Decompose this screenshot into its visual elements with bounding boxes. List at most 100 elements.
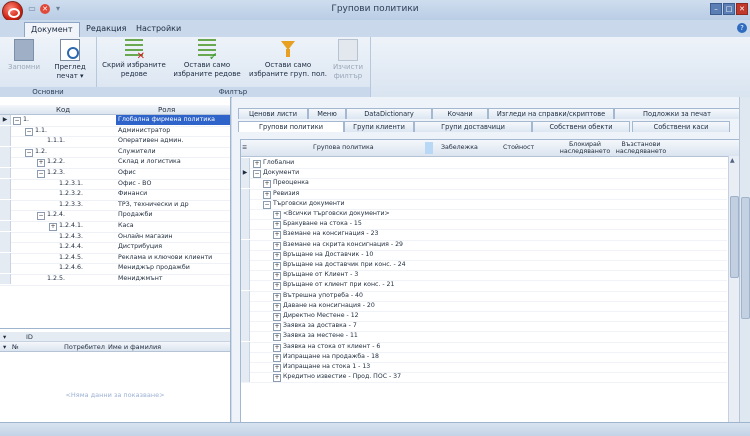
expand-icon[interactable]: +: [273, 262, 281, 270]
role-code: 1.: [23, 116, 30, 123]
policy-grid-header: ≡ Групова политика Забележка Стойност Бл…: [241, 140, 739, 157]
filter-row-icon[interactable]: ▾: [3, 333, 6, 341]
collapse-icon[interactable]: −: [253, 170, 261, 179]
tab-5-bottom[interactable]: Собствени каси: [632, 121, 730, 132]
hide-rows-icon: [125, 39, 145, 61]
clear-filter-icon: [338, 39, 358, 61]
role-code: 1.2.3.3.: [59, 200, 84, 208]
row-indicator: [0, 136, 11, 147]
row-indicator: [0, 168, 11, 178]
no-column-header[interactable]: №: [12, 343, 19, 351]
expand-icon[interactable]: +: [273, 364, 281, 372]
maximize-button[interactable]: □: [723, 3, 735, 15]
expand-icon[interactable]: +: [273, 374, 281, 383]
tab-2-bottom[interactable]: Групи клиенти: [344, 121, 414, 132]
role-tree-row[interactable]: 1.2.5. Мениджмънт: [0, 274, 230, 286]
code-column-header[interactable]: Код: [56, 106, 70, 114]
tab-3-bottom[interactable]: Групи доставчици: [414, 121, 532, 132]
block-inheritance-header[interactable]: Блокирай наследяването: [559, 141, 611, 155]
row-indicator: [0, 210, 11, 221]
hide-selected-rows-button[interactable]: Скрий избраните редове: [98, 39, 170, 79]
clear-filter-button[interactable]: Изчисти филтър: [330, 39, 366, 81]
row-indicator: ▶: [241, 168, 250, 179]
policy-name: Заявка на стока от клиент - 6: [283, 342, 381, 350]
row-indicator: [241, 270, 250, 281]
expand-icon[interactable]: +: [273, 251, 281, 260]
row-indicator: [0, 242, 11, 253]
policy-scroll-thumb[interactable]: [730, 196, 739, 278]
collapse-icon[interactable]: −: [25, 148, 33, 157]
expand-icon[interactable]: +: [273, 343, 281, 352]
expand-icon[interactable]: +: [263, 180, 271, 189]
row-indicator: [241, 351, 250, 362]
expand-icon[interactable]: +: [263, 190, 271, 199]
expand-icon[interactable]: +: [273, 302, 281, 311]
policy-name: Връщане от клиент при конс. - 21: [283, 281, 395, 289]
tab-1-bottom[interactable]: Групови политики: [238, 121, 344, 132]
expand-icon[interactable]: +: [273, 333, 281, 342]
collapse-icon[interactable]: −: [25, 127, 33, 136]
row-indicator: ▶: [0, 115, 11, 125]
tab-1-top[interactable]: Ценови листи: [238, 108, 308, 119]
policy-grid-scrollbar[interactable]: ▲: [728, 156, 739, 423]
close-window-button[interactable]: ✕: [736, 3, 748, 15]
policy-row[interactable]: + Кредитно известие - Прод. ПОС - 37: [241, 372, 727, 384]
print-preview-button[interactable]: Преглед печат ▾: [48, 39, 92, 81]
keep-selected-rows-button[interactable]: Остави само избраните редове: [170, 39, 244, 79]
user-column-header[interactable]: Потребител: [64, 343, 105, 351]
name-column-header[interactable]: Име и фамилия: [108, 343, 161, 351]
tab-edit[interactable]: Редакция: [80, 22, 132, 36]
row-indicator: [0, 178, 11, 189]
tab-5-top[interactable]: Изгледи на справки/скриптове: [488, 108, 614, 119]
tab-settings[interactable]: Настройки: [130, 22, 187, 36]
tab-3-top[interactable]: DataDictionary: [346, 108, 432, 119]
outer-scrollbar[interactable]: [739, 97, 750, 422]
value-column-header[interactable]: Стойност: [503, 144, 534, 151]
expand-icon[interactable]: +: [273, 292, 281, 301]
expand-icon[interactable]: +: [273, 231, 281, 240]
collapse-icon[interactable]: −: [13, 117, 21, 125]
expand-icon[interactable]: +: [49, 223, 57, 231]
group-row-icon: ▾: [3, 343, 7, 351]
expand-icon[interactable]: +: [273, 272, 281, 281]
role-code: 1.2.4.1.: [59, 222, 84, 229]
policy-name: Даване на консигнация - 20: [283, 301, 375, 309]
role-column-header[interactable]: Роля: [158, 106, 175, 114]
expand-icon[interactable]: +: [253, 160, 261, 168]
collapse-icon[interactable]: −: [263, 200, 271, 209]
expand-icon[interactable]: +: [273, 323, 281, 332]
row-indicator: [241, 331, 250, 342]
id-column-header[interactable]: ID: [26, 333, 33, 341]
role-code: 1.2.4.3.: [59, 232, 84, 240]
minimize-button[interactable]: –: [710, 3, 722, 15]
expand-icon[interactable]: +: [273, 221, 281, 230]
row-indicator: [241, 239, 250, 250]
row-indicator: [0, 157, 11, 168]
collapse-icon[interactable]: −: [37, 212, 45, 221]
tab-4-bottom[interactable]: Собствени обекти: [532, 121, 630, 132]
expand-icon[interactable]: +: [273, 211, 281, 219]
tab-6-top[interactable]: Подложки за печат: [614, 108, 740, 119]
role-name: Служители: [118, 147, 156, 155]
save-button[interactable]: Запомни: [4, 39, 44, 72]
expand-icon[interactable]: +: [37, 159, 45, 168]
header-menu-icon[interactable]: ≡: [242, 144, 247, 151]
collapse-icon[interactable]: −: [37, 170, 45, 178]
note-column-header[interactable]: Забележка: [441, 144, 478, 151]
restore-inheritance-header[interactable]: Възстанови наследяването: [615, 141, 667, 155]
tab-document[interactable]: Документ: [24, 22, 80, 37]
expand-icon[interactable]: +: [273, 282, 281, 291]
expand-icon[interactable]: +: [273, 313, 281, 321]
keep-selected-policies-button[interactable]: Остави само избраните груп. пол.: [248, 39, 328, 79]
tab-4-top[interactable]: Кочани: [432, 108, 488, 119]
outer-scroll-thumb[interactable]: [741, 197, 750, 319]
role-name: Продажби: [118, 211, 153, 219]
column-chooser-icon[interactable]: [425, 142, 433, 154]
expand-icon[interactable]: +: [273, 353, 281, 362]
policy-column-header[interactable]: Групова политика: [313, 144, 374, 151]
scroll-up-icon[interactable]: ▲: [730, 157, 735, 164]
expand-icon[interactable]: +: [273, 241, 281, 250]
tab-2-top[interactable]: Меню: [308, 108, 346, 119]
help-icon[interactable]: ?: [737, 23, 747, 33]
role-name: Каса: [118, 222, 134, 229]
